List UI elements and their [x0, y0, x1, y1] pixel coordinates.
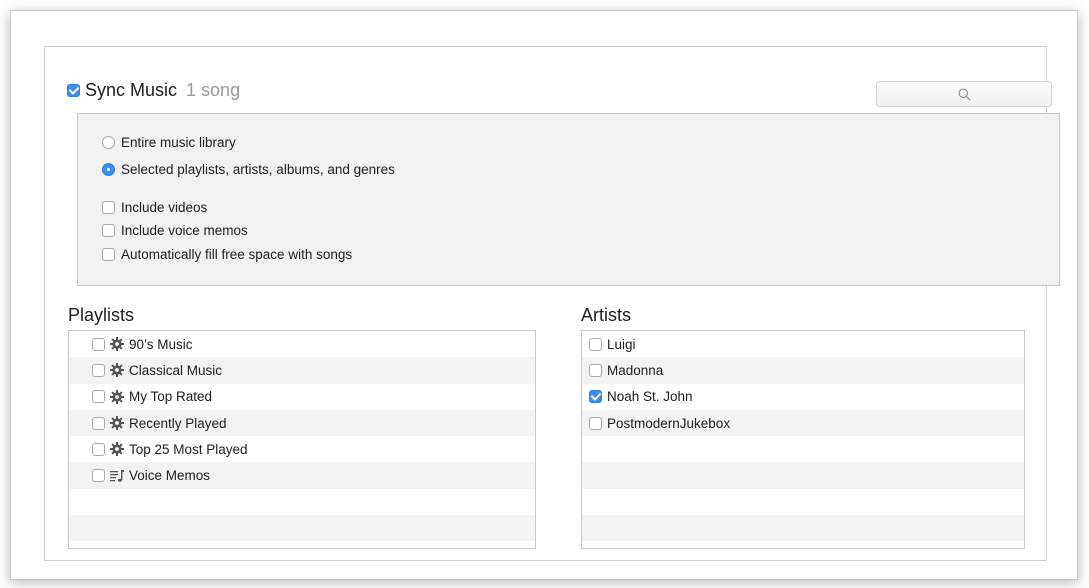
- artist-label: Noah St. John: [607, 389, 693, 405]
- artist-checkbox[interactable]: [589, 337, 602, 351]
- playlist-label: Voice Memos: [129, 468, 211, 484]
- empty-row: [582, 541, 1024, 548]
- include-videos-checkbox[interactable]: [102, 201, 115, 214]
- radio-selected-items[interactable]: Selected playlists, artists, albums, and…: [102, 162, 395, 177]
- playlist-checkbox[interactable]: [92, 337, 105, 351]
- radio-entire-library[interactable]: Entire music library: [102, 135, 236, 150]
- autofill-checkbox[interactable]: [102, 248, 115, 261]
- empty-row: [582, 515, 1024, 542]
- playlists-heading: Playlists: [68, 305, 135, 325]
- checkbox-include-voice-memos[interactable]: Include voice memos: [102, 223, 248, 238]
- playlist-checkbox[interactable]: [92, 469, 105, 483]
- sync-music-checkbox[interactable]: [67, 83, 80, 97]
- playlist-label: Classical Music: [129, 362, 223, 378]
- playlist-checkbox[interactable]: [92, 416, 105, 430]
- playlists-list[interactable]: 90’s Music Classical Music My Top Rated …: [68, 330, 536, 549]
- search-field[interactable]: [876, 81, 1052, 107]
- checkbox-include-videos[interactable]: Include videos: [102, 200, 207, 215]
- artist-label: Madonna: [607, 362, 664, 378]
- include-voice-memos-label: Include voice memos: [121, 223, 248, 238]
- list-item[interactable]: Madonna: [582, 357, 1024, 384]
- list-item[interactable]: Classical Music: [69, 357, 535, 384]
- artist-checkbox[interactable]: [589, 390, 602, 404]
- artist-checkbox[interactable]: [589, 363, 602, 377]
- list-item[interactable]: Luigi: [582, 331, 1024, 357]
- checkbox-autofill[interactable]: Automatically fill free space with songs: [102, 247, 352, 262]
- smart-playlist-gear-icon: [110, 363, 124, 378]
- search-input[interactable]: [877, 82, 1051, 106]
- sync-music-title: Sync Music: [85, 79, 178, 100]
- playlist-checkbox[interactable]: [92, 363, 105, 377]
- artists-list[interactable]: Luigi Madonna Noah St. John PostmodernJu…: [581, 330, 1025, 549]
- playlist-checkbox[interactable]: [92, 390, 105, 404]
- list-item[interactable]: Voice Memos: [69, 462, 535, 489]
- radio-selected-items-label: Selected playlists, artists, albums, and…: [121, 162, 395, 177]
- sync-music-panel: Sync Music 1 song Entire music library S…: [44, 46, 1060, 561]
- smart-playlist-gear-icon: [110, 337, 124, 352]
- radio-entire-library-button[interactable]: [102, 136, 115, 149]
- empty-row: [69, 541, 535, 548]
- playlist-music-note-icon: [110, 469, 124, 482]
- empty-row: [582, 436, 1024, 462]
- artists-heading: Artists: [581, 305, 632, 325]
- itunes-sync-window: Sync Music 1 song Entire music library S…: [10, 10, 1078, 580]
- artist-label: PostmodernJukebox: [607, 415, 731, 431]
- artist-label: Luigi: [607, 336, 636, 352]
- list-item[interactable]: Top 25 Most Played: [69, 436, 535, 462]
- empty-row: [69, 515, 535, 542]
- sync-options-box: Entire music library Selected playlists,…: [77, 113, 1060, 286]
- autofill-label: Automatically fill free space with songs: [121, 247, 353, 262]
- empty-row: [582, 462, 1024, 489]
- list-item[interactable]: PostmodernJukebox: [582, 409, 1024, 437]
- list-item[interactable]: 90’s Music: [69, 331, 535, 357]
- playlist-label: Top 25 Most Played: [129, 441, 248, 457]
- sync-music-header: Sync Music 1 song: [67, 78, 240, 102]
- playlist-label: My Top Rated: [129, 389, 213, 405]
- radio-entire-library-label: Entire music library: [121, 135, 236, 150]
- empty-row: [582, 489, 1024, 515]
- artist-checkbox[interactable]: [589, 416, 602, 430]
- list-item[interactable]: My Top Rated: [69, 384, 535, 410]
- playlist-label: 90’s Music: [129, 336, 193, 352]
- list-item[interactable]: Noah St. John: [582, 384, 1024, 410]
- empty-row: [69, 489, 535, 515]
- playlist-checkbox[interactable]: [92, 442, 105, 456]
- radio-selected-items-button[interactable]: [102, 163, 115, 176]
- include-voice-memos-checkbox[interactable]: [102, 224, 115, 237]
- playlist-label: Recently Played: [129, 415, 227, 431]
- smart-playlist-gear-icon: [110, 389, 124, 404]
- list-item[interactable]: Recently Played: [69, 409, 535, 437]
- include-videos-label: Include videos: [121, 200, 208, 215]
- smart-playlist-gear-icon: [110, 416, 124, 431]
- smart-playlist-gear-icon: [110, 442, 124, 457]
- song-count: 1 song: [186, 79, 241, 100]
